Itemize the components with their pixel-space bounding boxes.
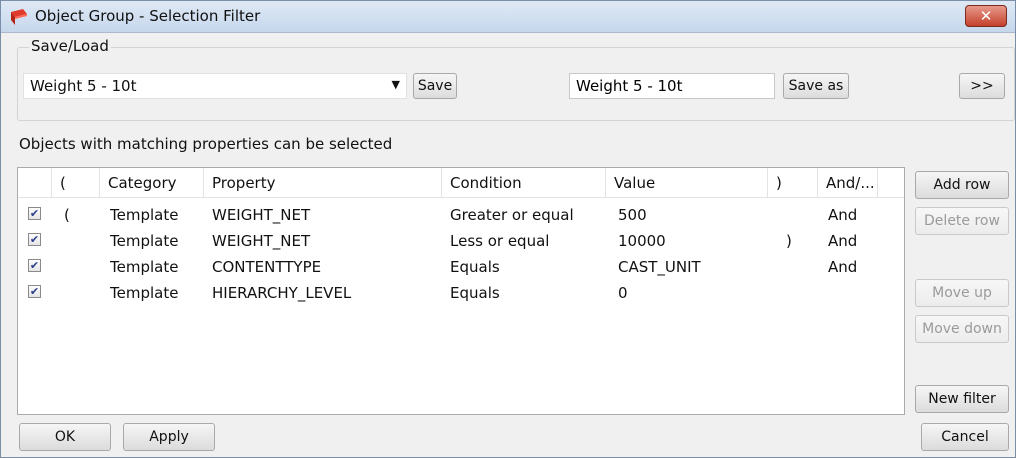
ok-button[interactable]: OK <box>19 423 111 451</box>
table-header: ( Category Property Condition Value ) An… <box>18 168 904 198</box>
window-title: Object Group - Selection Filter <box>35 7 261 25</box>
row-checkbox[interactable]: ✔ <box>28 259 41 272</box>
selection-filter-window: Object Group - Selection Filter ✕ Save/L… <box>0 0 1016 458</box>
property-cell[interactable]: HIERARCHY_LEVEL <box>212 280 351 306</box>
value-cell[interactable]: 0 <box>618 280 628 306</box>
chevron-down-icon: ▼ <box>391 78 400 91</box>
filter-select-value: Weight 5 - 10t <box>30 77 137 95</box>
value-cell[interactable]: 10000 <box>618 228 666 254</box>
expand-button[interactable]: >> <box>959 73 1005 99</box>
and-or-cell[interactable]: And <box>828 228 857 254</box>
save-as-button[interactable]: Save as <box>783 73 849 99</box>
condition-cell[interactable]: Equals <box>450 280 500 306</box>
close-button[interactable]: ✕ <box>965 5 1007 27</box>
column-header-property[interactable]: Property <box>204 168 442 198</box>
table-row[interactable]: ✔ ( Template WEIGHT_NET Greater or equal… <box>18 202 904 228</box>
new-filter-button[interactable]: New filter <box>915 385 1009 413</box>
column-header-and-or[interactable]: And/... <box>818 168 878 198</box>
close-icon: ✕ <box>979 7 993 25</box>
row-checkbox[interactable]: ✔ <box>28 233 41 246</box>
property-cell[interactable]: CONTENTTYPE <box>212 254 321 280</box>
category-cell[interactable]: Template <box>110 280 178 306</box>
column-header-check <box>18 168 52 198</box>
filter-table: ( Category Property Condition Value ) An… <box>17 167 905 415</box>
save-as-name-input[interactable] <box>570 74 774 98</box>
property-cell[interactable]: WEIGHT_NET <box>212 228 310 254</box>
table-row[interactable]: ✔ Template CONTENTTYPE Equals CAST_UNIT … <box>18 254 904 280</box>
column-header-condition[interactable]: Condition <box>442 168 606 198</box>
column-header-open-paren[interactable]: ( <box>52 168 100 198</box>
property-cell[interactable]: WEIGHT_NET <box>212 202 310 228</box>
category-cell[interactable]: Template <box>110 202 178 228</box>
condition-cell[interactable]: Less or equal <box>450 228 549 254</box>
row-checkbox[interactable]: ✔ <box>28 285 41 298</box>
column-header-value[interactable]: Value <box>606 168 768 198</box>
save-as-name-field[interactable] <box>569 73 775 99</box>
info-text: Objects with matching properties can be … <box>19 135 393 153</box>
filter-select[interactable]: Weight 5 - 10t ▼ <box>23 73 407 99</box>
cancel-button[interactable]: Cancel <box>921 423 1009 451</box>
close-paren-cell[interactable]: ) <box>786 228 792 254</box>
category-cell[interactable]: Template <box>110 228 178 254</box>
title-bar[interactable]: Object Group - Selection Filter ✕ <box>1 1 1015 33</box>
column-header-category[interactable]: Category <box>100 168 204 198</box>
condition-cell[interactable]: Greater or equal <box>450 202 574 228</box>
apply-button[interactable]: Apply <box>123 423 215 451</box>
open-paren-cell[interactable]: ( <box>64 202 70 228</box>
table-row[interactable]: ✔ Template WEIGHT_NET Less or equal 1000… <box>18 228 904 254</box>
table-row[interactable]: ✔ Template HIERARCHY_LEVEL Equals 0 <box>18 280 904 306</box>
column-header-close-paren[interactable]: ) <box>768 168 818 198</box>
condition-cell[interactable]: Equals <box>450 254 500 280</box>
category-cell[interactable]: Template <box>110 254 178 280</box>
value-cell[interactable]: CAST_UNIT <box>618 254 701 280</box>
app-icon <box>11 9 27 25</box>
delete-row-button[interactable]: Delete row <box>915 207 1009 235</box>
and-or-cell[interactable]: And <box>828 254 857 280</box>
save-button[interactable]: Save <box>413 73 457 99</box>
value-cell[interactable]: 500 <box>618 202 647 228</box>
add-row-button[interactable]: Add row <box>915 171 1009 199</box>
row-checkbox[interactable]: ✔ <box>28 207 41 220</box>
move-down-button[interactable]: Move down <box>915 315 1009 343</box>
save-load-label: Save/Load <box>29 37 111 55</box>
move-up-button[interactable]: Move up <box>915 279 1009 307</box>
and-or-cell[interactable]: And <box>828 202 857 228</box>
